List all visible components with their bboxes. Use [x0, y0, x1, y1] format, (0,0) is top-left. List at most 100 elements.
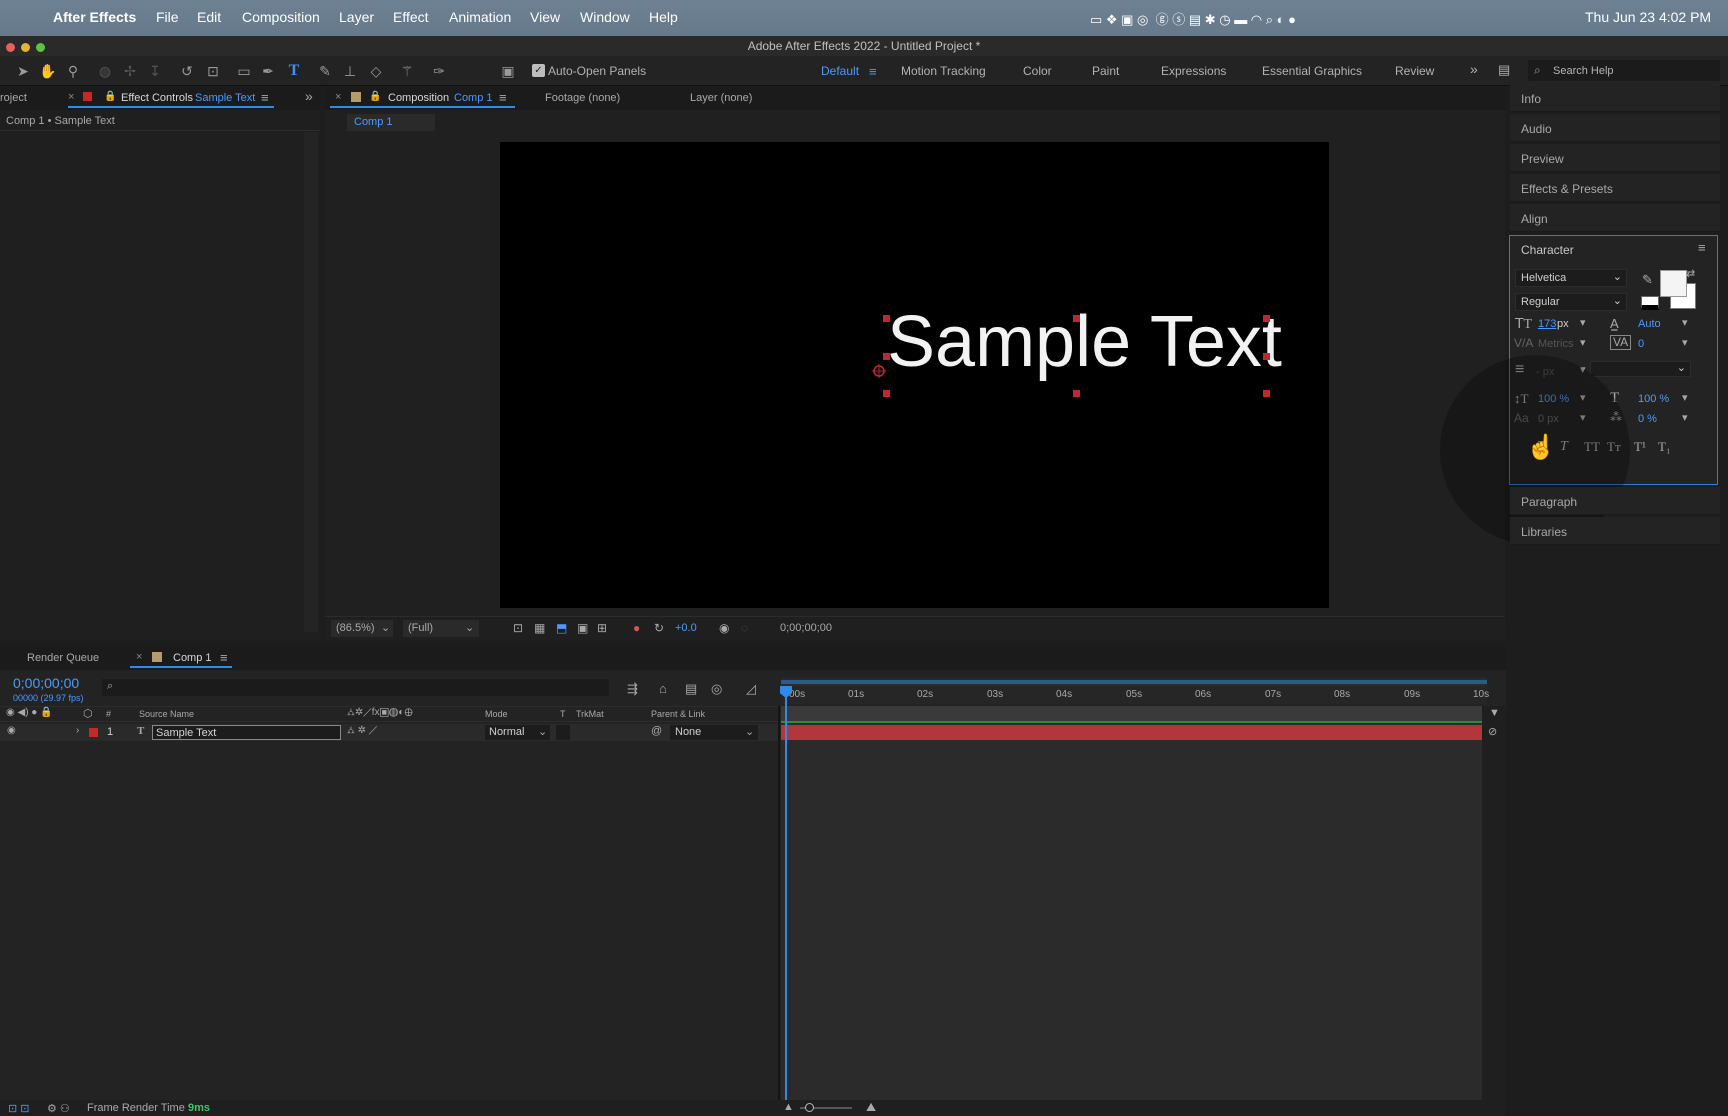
selection-tool-icon[interactable]: ➤ — [13, 62, 33, 80]
status-icons[interactable]: ▭ ❖ ▣ ◎ ⓖ ⓢ ▤ ✱ ◷ ▬ ◠ ⌕ ◐ ● — [1090, 9, 1296, 28]
eraser-tool-icon[interactable]: ◇ — [366, 62, 386, 80]
layer-row[interactable]: ◉ › 1 T Sample Text ⛼ ✲ ⟋ Normal ⌄ @ Non… — [0, 724, 778, 741]
pan-behind-icon[interactable]: ⊡ — [203, 62, 223, 80]
layer-end-icon[interactable]: ⊘ — [1488, 725, 1497, 738]
horizontal-scale-value[interactable]: 100 % — [1638, 393, 1669, 405]
track-area[interactable] — [781, 706, 1482, 1100]
text-bounding-handles[interactable] — [870, 315, 1290, 400]
workspace-paint[interactable]: Paint — [1092, 64, 1119, 78]
horizontal-scale-dropdown-icon[interactable]: ▾ — [1682, 391, 1688, 404]
tab-render-queue[interactable]: Render Queue — [27, 652, 99, 664]
status-tools-icons[interactable]: ⚙ ⚇ — [47, 1102, 70, 1115]
expand-layer-icon[interactable]: › — [76, 725, 79, 736]
menu-view[interactable]: View — [530, 9, 560, 25]
workspace-menu-icon[interactable]: ≡ — [869, 64, 877, 79]
menu-effect[interactable]: Effect — [393, 9, 429, 25]
workspace-essential-graphics[interactable]: Essential Graphics — [1262, 64, 1362, 78]
dolly-camera-icon[interactable]: ↧ — [145, 62, 165, 80]
more-workspaces-icon[interactable]: » — [1470, 61, 1478, 77]
rotation-tool-icon[interactable]: ↺ — [177, 62, 197, 80]
kerning-value[interactable]: Metrics — [1538, 338, 1573, 350]
close-window-button[interactable] — [6, 43, 15, 52]
zoom-dropdown[interactable]: (86.5%) ⌄ — [331, 620, 393, 637]
menu-composition[interactable]: Composition — [242, 9, 320, 25]
superscript-icon[interactable]: T¹ — [1634, 439, 1646, 455]
fill-color-swatch[interactable] — [1660, 270, 1687, 297]
lock-icon[interactable]: 🔒 — [104, 91, 116, 102]
tracking-dropdown-icon[interactable]: ▾ — [1682, 336, 1688, 349]
panel-audio[interactable]: Audio — [1510, 114, 1720, 142]
panel-preview[interactable]: Preview — [1510, 144, 1720, 172]
preserve-transparency-toggle[interactable] — [556, 725, 570, 740]
menu-animation[interactable]: Animation — [449, 9, 511, 25]
stroke-type-dropdown[interactable]: ⌄ — [1590, 361, 1691, 377]
tracking-value[interactable]: 0 — [1638, 338, 1644, 350]
blend-mode-dropdown[interactable]: Normal ⌄ — [485, 725, 550, 740]
label-icon[interactable]: ⬡ — [83, 707, 93, 720]
swap-colors-swatch[interactable] — [1641, 296, 1659, 310]
zoom-window-button[interactable] — [36, 43, 45, 52]
tab-layer[interactable]: Layer (none) — [690, 92, 752, 104]
font-size-dropdown-icon[interactable]: ▾ — [1580, 316, 1586, 329]
hand-tool-icon[interactable]: ✋ — [38, 62, 58, 80]
close-tab-icon[interactable]: × — [68, 91, 74, 103]
frame-blending-icon[interactable]: ▤ — [685, 681, 697, 697]
timeline-zoom-thumb[interactable] — [805, 1103, 814, 1112]
minimize-window-button[interactable] — [21, 43, 30, 52]
tsume-dropdown-icon[interactable]: ▾ — [1682, 411, 1688, 424]
av-switches-icons[interactable]: ◉ ◀) ● 🔒 — [6, 707, 53, 718]
menu-file[interactable]: File — [156, 9, 179, 25]
font-size-value[interactable]: 173 — [1538, 318, 1556, 330]
subscript-icon[interactable]: T₁ — [1658, 439, 1670, 455]
tsume-value[interactable]: 0 % — [1638, 413, 1657, 425]
transparency-grid-icon[interactable]: ▦ — [534, 621, 545, 635]
roto-brush-icon[interactable]: ⚚ — [397, 62, 417, 80]
tab-effect-controls[interactable]: Effect Controls — [121, 92, 193, 104]
zoom-in-timeline-icon[interactable]: ⛰ — [866, 1100, 876, 1115]
workspace-default[interactable]: Default — [821, 64, 859, 78]
layer-switches-header-icons[interactable]: ⛼✲⟋fx▣◍◐⊕ — [347, 707, 413, 720]
panel-info[interactable]: Info — [1510, 84, 1720, 112]
orbit-camera-icon[interactable]: ◍ — [95, 62, 115, 80]
brush-tool-icon[interactable]: ✎ — [315, 62, 335, 80]
close-comp-tab-icon[interactable]: × — [335, 91, 341, 103]
font-style-dropdown[interactable]: Regular ⌄ — [1515, 293, 1627, 311]
panel-switch-icon[interactable]: ▤ — [1498, 62, 1510, 78]
leading-dropdown-icon[interactable]: ▾ — [1682, 316, 1688, 329]
comp-timecode[interactable]: 0;00;00;00 — [780, 622, 832, 634]
font-family-dropdown[interactable]: Helvetica ⌄ — [1515, 269, 1627, 287]
type-tool-icon[interactable]: T — [284, 62, 304, 80]
search-help-field[interactable]: ⌕ Search Help — [1528, 60, 1720, 81]
layer-duration-bar[interactable] — [781, 725, 1482, 740]
channel-icon[interactable]: ● — [633, 621, 640, 635]
comp-lock-icon[interactable]: 🔒 — [369, 91, 381, 102]
workspace-expressions[interactable]: Expressions — [1161, 64, 1226, 78]
panel-paragraph[interactable]: Paragraph — [1510, 487, 1720, 515]
swap-arrows-icon[interactable]: ⇄ — [1686, 267, 1695, 280]
toggle-switches-icons[interactable]: ⊡ ⊡ — [8, 1102, 30, 1115]
comp-navigator-chip[interactable]: Comp 1 — [347, 114, 435, 131]
layer-name-field[interactable]: Sample Text — [152, 725, 341, 740]
timeline-menu-icon[interactable]: ≡ — [220, 650, 228, 665]
playhead[interactable] — [785, 686, 787, 1100]
menu-help[interactable]: Help — [649, 9, 678, 25]
menu-layer[interactable]: Layer — [339, 9, 374, 25]
expand-panels-icon[interactable]: » — [305, 88, 313, 104]
menu-window[interactable]: Window — [580, 9, 630, 25]
layer-label-color[interactable] — [89, 728, 98, 737]
snapshot-icon[interactable]: ◉ — [719, 621, 729, 635]
tab-timeline-comp[interactable]: Comp 1 — [173, 652, 212, 664]
zoom-out-timeline-icon[interactable]: ▲ — [783, 1101, 794, 1113]
mask-visibility-icon[interactable]: ⬒ — [556, 621, 567, 635]
layer-list-empty-area[interactable] — [0, 742, 778, 1097]
panel-menu-icon[interactable]: ≡ — [261, 90, 269, 105]
auto-open-checkbox[interactable]: ✓ — [532, 64, 545, 77]
app-menu[interactable]: After Effects — [53, 9, 136, 25]
graph-editor-icon[interactable]: ◿ — [746, 681, 756, 697]
tab-footage[interactable]: Footage (none) — [545, 92, 620, 104]
work-area-range[interactable] — [781, 680, 1487, 684]
pen-tool-icon[interactable]: ✒ — [258, 62, 278, 80]
snapping-icon[interactable]: ▣ — [498, 62, 518, 80]
clone-stamp-icon[interactable]: ⊥ — [340, 62, 360, 80]
workspace-review[interactable]: Review — [1395, 64, 1434, 78]
